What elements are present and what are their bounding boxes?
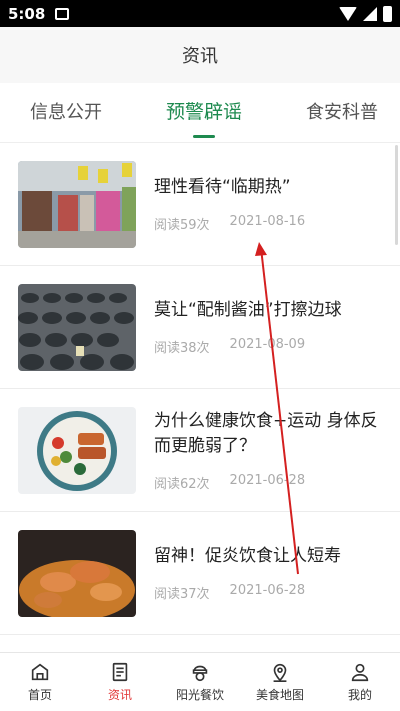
nav-label: 阳光餐饮 [175, 688, 224, 702]
nav-home[interactable]: 首页 [0, 653, 80, 711]
article-title: 莫让“配制酱油”打擦边球 [154, 300, 342, 320]
article-read-count: 阅读37次 [154, 587, 210, 602]
article-title: 理性看待“临期热” [154, 177, 291, 197]
article-read-count: 阅读59次 [154, 218, 210, 233]
signal-icon [363, 6, 377, 21]
image-notification-icon [55, 7, 70, 20]
page-title: 资讯 [182, 46, 218, 67]
bottom-nav: 首页 资讯 阳光餐饮 美食地图 我的 [0, 652, 400, 711]
article-read-count: 阅读38次 [154, 341, 210, 356]
status-bar: 5:08 [0, 0, 400, 27]
tab-warning-rumor[interactable]: 预警辟谣 [166, 97, 242, 128]
status-time: 5:08 [8, 4, 46, 23]
article-title: 为什么健康饮食+运动 身体反而更脆弱了？ [154, 410, 378, 456]
tab-food-safety[interactable]: 食安科普 [306, 98, 378, 128]
battery-icon [383, 5, 392, 22]
article-thumbnail [18, 283, 136, 371]
article-thumbnail [18, 406, 136, 494]
user-icon [351, 663, 369, 682]
nav-news[interactable]: 资讯 [80, 653, 160, 711]
nav-label: 首页 [27, 688, 52, 702]
article-title: 留神！促炎饮食让人短寿 [154, 546, 341, 566]
nav-label: 我的 [347, 688, 372, 702]
nav-food-map[interactable]: 美食地图 [240, 653, 320, 711]
article-read-count: 阅读62次 [154, 476, 210, 492]
home-icon [31, 663, 49, 681]
category-tabs: 信息公开 预警辟谣 食安科普 [0, 83, 400, 143]
article-item[interactable]: 理性看待“临期热” 阅读59次 2021-08-16 [0, 143, 400, 266]
status-icons [339, 5, 392, 22]
article-thumbnail [18, 160, 136, 248]
map-pin-icon [273, 663, 287, 682]
scrollbar[interactable] [395, 145, 398, 245]
chef-icon [192, 665, 208, 682]
article-thumbnail [18, 529, 136, 617]
wifi-icon [339, 6, 357, 21]
article-item[interactable]: 留神！促炎饮食让人短寿 阅读37次 2021-06-28 [0, 512, 400, 635]
news-icon [112, 662, 128, 682]
article-item[interactable]: 为什么健康饮食+运动 身体反而更脆弱了？ 阅读62次 2021-06-28 [0, 389, 400, 512]
nav-label: 资讯 [107, 688, 132, 702]
article-date: 2021-06-28 [229, 472, 306, 488]
article-date: 2021-08-09 [229, 337, 306, 352]
article-date: 2021-06-28 [229, 583, 306, 598]
app-header: 资讯 [0, 27, 400, 83]
tab-info-disclosure[interactable]: 信息公开 [30, 98, 102, 128]
article-date: 2021-08-16 [229, 214, 306, 229]
nav-mine[interactable]: 我的 [320, 653, 400, 711]
nav-label: 美食地图 [255, 688, 304, 702]
article-item[interactable]: 莫让“配制酱油”打擦边球 阅读38次 2021-08-09 [0, 266, 400, 389]
article-list: 理性看待“临期热” 阅读59次 2021-08-16 莫让“配制酱油”打擦边球 [0, 143, 400, 652]
nav-sunshine-dining[interactable]: 阳光餐饮 [160, 653, 240, 711]
